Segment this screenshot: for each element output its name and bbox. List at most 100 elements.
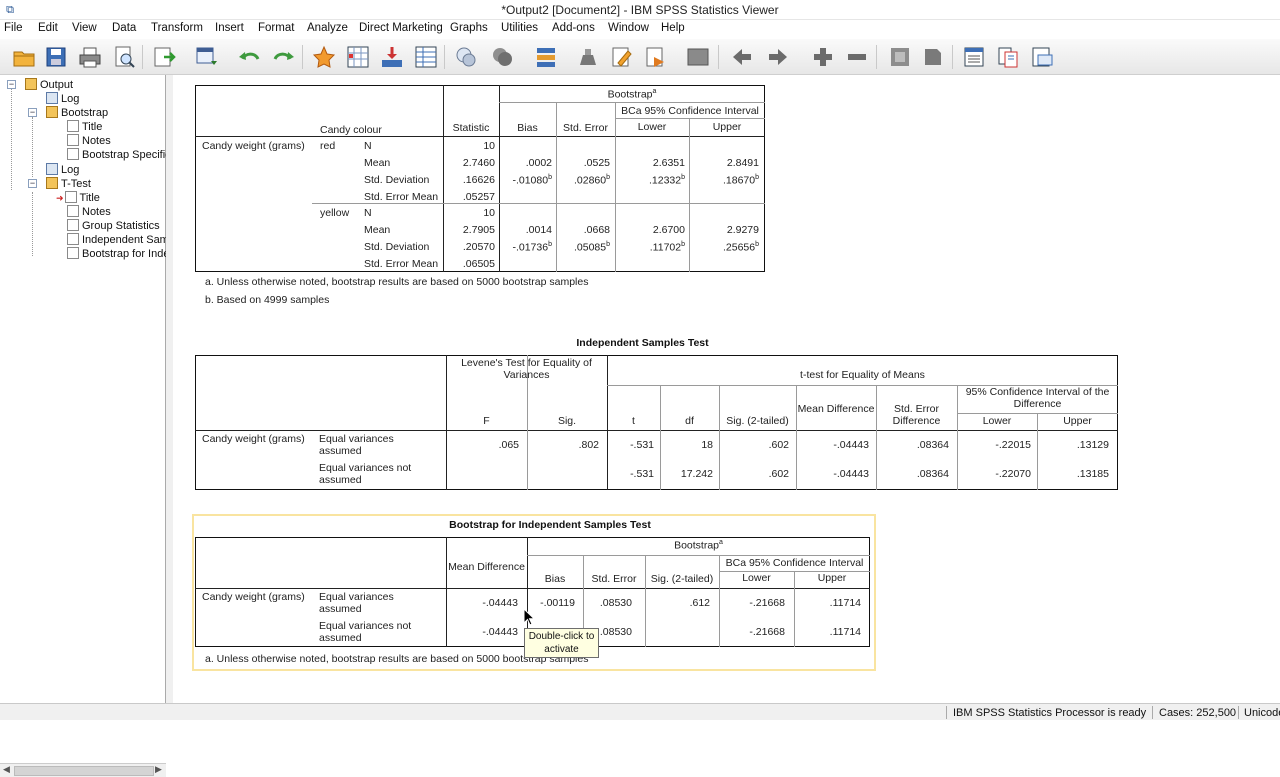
stat-value: -.01080b bbox=[512, 174, 552, 187]
pane-splitter[interactable] bbox=[166, 75, 173, 703]
menu-file[interactable]: File bbox=[4, 22, 23, 34]
nav-item-output[interactable]: Output bbox=[25, 78, 73, 92]
row-equal-not-assumed: Equal variances not assumed bbox=[319, 462, 412, 486]
nav-item-group-statistics[interactable]: Group Statistics bbox=[67, 219, 160, 233]
menu-insert[interactable]: Insert bbox=[215, 22, 244, 34]
menu-view[interactable]: View bbox=[72, 22, 97, 34]
collapse-icon[interactable] bbox=[845, 45, 869, 69]
toolbar bbox=[0, 39, 1280, 75]
stat-label: Std. Deviation bbox=[364, 174, 430, 186]
nav-item-t-test[interactable]: T-Test bbox=[46, 177, 91, 191]
test-value: 18 bbox=[701, 439, 713, 451]
menu-transform[interactable]: Transform bbox=[151, 22, 203, 34]
test-value: 17.242 bbox=[680, 468, 713, 480]
promote-icon[interactable] bbox=[730, 45, 754, 69]
insert-title-icon[interactable] bbox=[644, 45, 668, 69]
log-icon bbox=[46, 163, 58, 175]
variables-icon[interactable] bbox=[414, 45, 438, 69]
test-value: .08364 bbox=[916, 439, 949, 451]
nav-item-bootstrap-specifications[interactable]: Bootstrap Specific bbox=[67, 148, 171, 162]
demote-icon[interactable] bbox=[766, 45, 790, 69]
stat-value: .05257 bbox=[462, 191, 495, 203]
menu-help[interactable]: Help bbox=[661, 22, 685, 34]
menu-graphs[interactable]: Graphs bbox=[450, 22, 488, 34]
print-icon[interactable] bbox=[78, 45, 102, 69]
nav-item-notes-2[interactable]: Notes bbox=[67, 205, 111, 219]
col-mean-difference: Mean Difference bbox=[448, 561, 525, 573]
collapse-toggle-output[interactable]: − bbox=[7, 80, 16, 89]
stat-value: 2.6700 bbox=[652, 224, 685, 236]
bootstrap-value: -.21668 bbox=[749, 597, 785, 609]
book-icon bbox=[46, 106, 58, 118]
print-preview-icon[interactable] bbox=[112, 45, 136, 69]
nav-item-bootstrap-independent[interactable]: Bootstrap for Inde bbox=[67, 247, 169, 261]
split-icon[interactable] bbox=[534, 45, 558, 69]
nav-item-independent-samples-test[interactable]: Independent Sam bbox=[67, 233, 169, 247]
menu-utilities[interactable]: Utilities bbox=[501, 22, 538, 34]
test-value: .802 bbox=[578, 439, 599, 451]
menu-window[interactable]: Window bbox=[608, 22, 649, 34]
menu-add-ons[interactable]: Add-ons bbox=[552, 22, 595, 34]
collapse-toggle-ttest[interactable]: − bbox=[28, 179, 37, 188]
insert-page-break-icon[interactable] bbox=[996, 45, 1020, 69]
bootstrap-value: .11714 bbox=[829, 597, 861, 609]
select-cases-icon[interactable] bbox=[490, 45, 514, 69]
weight-icon[interactable] bbox=[576, 45, 600, 69]
cases-count: Cases: 252,500 bbox=[1159, 707, 1237, 719]
scroll-left-icon[interactable]: ◀ bbox=[3, 764, 10, 775]
nav-item-title-2[interactable]: ➜ Title bbox=[56, 191, 100, 205]
show-icon[interactable] bbox=[888, 45, 912, 69]
group-red: red bbox=[320, 140, 336, 152]
goto-data-icon[interactable] bbox=[312, 45, 336, 69]
bootstrap-value: -.04443 bbox=[482, 626, 518, 638]
col-upper: Upper bbox=[1063, 415, 1092, 427]
outline-horizontal-scrollbar[interactable]: ◀ ▶ bbox=[0, 763, 166, 777]
nav-item-log-2[interactable]: Log bbox=[46, 163, 79, 177]
page-icon bbox=[67, 134, 79, 146]
open-icon[interactable] bbox=[12, 45, 36, 69]
stat-label: Mean bbox=[364, 224, 391, 236]
redo-icon[interactable] bbox=[272, 45, 296, 69]
menu-analyze[interactable]: Analyze bbox=[307, 22, 348, 34]
insert-chart-icon[interactable] bbox=[1030, 45, 1054, 69]
nav-item-log[interactable]: Log bbox=[46, 92, 79, 106]
menu-data[interactable]: Data bbox=[112, 22, 136, 34]
hide-icon[interactable] bbox=[921, 45, 945, 69]
ci-header: BCa 95% Confidence Interval bbox=[621, 105, 759, 117]
save-icon[interactable] bbox=[44, 45, 68, 69]
nav-item-title[interactable]: Title bbox=[67, 120, 102, 134]
stat-value: .16626 bbox=[462, 174, 495, 186]
test-value: .602 bbox=[768, 439, 789, 451]
insert-text-icon[interactable] bbox=[686, 45, 710, 69]
row-var-candy-weight: Candy weight (grams) bbox=[202, 140, 305, 152]
nav-item-bootstrap[interactable]: Bootstrap bbox=[46, 106, 108, 120]
goto-case-icon[interactable] bbox=[346, 45, 370, 69]
export-icon[interactable] bbox=[152, 45, 176, 69]
encoding-status: Unicode bbox=[1244, 707, 1280, 719]
menu-format[interactable]: Format bbox=[258, 22, 294, 34]
window-title: *Output2 [Document2] - IBM SPSS Statisti… bbox=[501, 3, 779, 17]
menu-edit[interactable]: Edit bbox=[38, 22, 58, 34]
collapse-toggle-bootstrap[interactable]: − bbox=[28, 108, 37, 117]
col-lower: Lower bbox=[982, 415, 1012, 427]
test-value: -.22015 bbox=[995, 439, 1031, 451]
col-sig-2-tailed: Sig. (2-tailed) bbox=[726, 415, 789, 427]
stat-value: .0014 bbox=[525, 224, 552, 236]
page-icon bbox=[67, 247, 79, 259]
insert-heading-icon[interactable] bbox=[610, 45, 634, 69]
menu-direct-marketing[interactable]: Direct Marketing bbox=[359, 22, 443, 34]
stat-label: Std. Deviation bbox=[364, 241, 430, 253]
dialog-recall-icon[interactable] bbox=[195, 45, 219, 69]
goto-variable-icon[interactable] bbox=[380, 45, 404, 69]
undo-icon[interactable] bbox=[237, 45, 261, 69]
designate-window-icon[interactable] bbox=[454, 45, 478, 69]
stat-value: 2.7460 bbox=[462, 157, 495, 169]
scroll-right-icon[interactable]: ▶ bbox=[155, 764, 162, 775]
expand-icon[interactable] bbox=[811, 45, 835, 69]
scrollbar-thumb[interactable] bbox=[14, 766, 154, 776]
stat-value: .25656b bbox=[722, 241, 759, 254]
col-mean-difference: Mean Difference bbox=[797, 403, 875, 415]
col-t: t bbox=[632, 415, 635, 427]
nav-item-notes[interactable]: Notes bbox=[67, 134, 111, 148]
insert-header-icon[interactable] bbox=[962, 45, 986, 69]
